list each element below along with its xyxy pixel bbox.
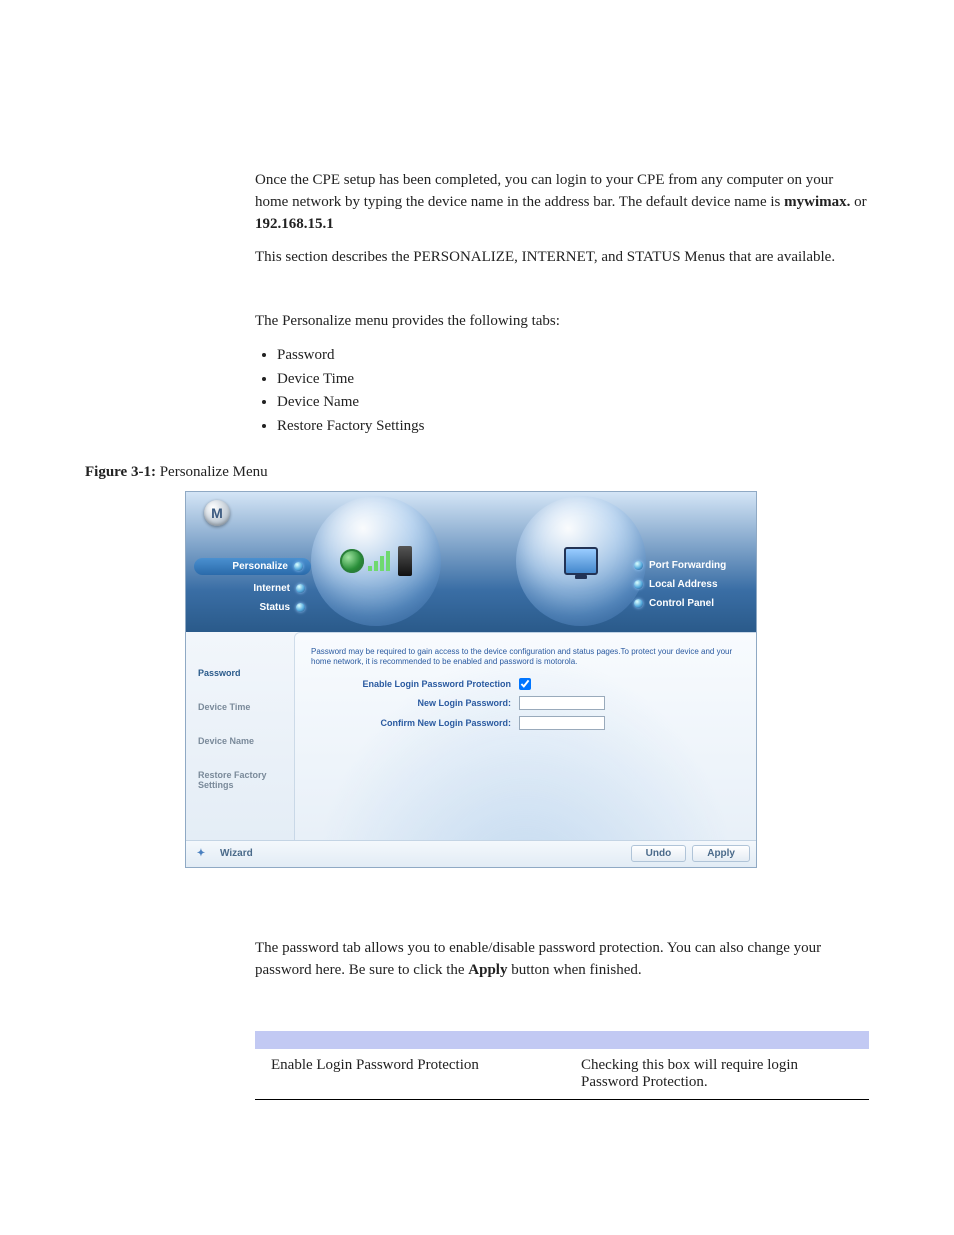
list-item: Password: [277, 345, 869, 367]
personalize-tab-list: Password Device Time Device Name Restore…: [255, 345, 869, 438]
sidebar-tab-device-name[interactable]: Device Name: [186, 730, 294, 752]
nav-label: Port Forwarding: [649, 560, 726, 571]
table-field-desc: Checking this box will require login Pas…: [581, 1057, 853, 1091]
monitor-icon: [564, 547, 598, 575]
enable-password-checkbox[interactable]: [519, 678, 531, 690]
confirm-password-label: Confirm New Login Password:: [311, 718, 519, 728]
nav-dot-icon: [634, 580, 643, 589]
undo-button[interactable]: Undo: [631, 845, 687, 862]
new-password-input[interactable]: [519, 696, 605, 710]
sidebar-tab-device-time[interactable]: Device Time: [186, 696, 294, 718]
enable-password-row: Enable Login Password Protection: [311, 678, 740, 690]
nav-local-address[interactable]: Local Address: [634, 579, 744, 590]
device-name-bold: mywimax.: [784, 194, 850, 210]
nav-left: Personalize Internet Status: [200, 552, 305, 621]
table-header-bar: [255, 1031, 869, 1049]
field-description-table: Enable Login Password Protection Checkin…: [255, 1031, 869, 1100]
screenshot-body: Password Device Time Device Name Restore…: [186, 632, 756, 840]
intro-section: Once the CPE setup has been completed, y…: [255, 170, 869, 269]
nav-right: Port Forwarding Local Address Control Pa…: [634, 552, 744, 617]
nav-dot-icon: [634, 599, 643, 608]
screenshot-content: Password may be required to gain access …: [294, 632, 756, 840]
motorola-logo-icon: M: [204, 500, 230, 526]
intro-paragraph-2: This section describes the PERSONALIZE, …: [255, 247, 869, 269]
nav-status[interactable]: Status: [200, 602, 305, 613]
apply-button[interactable]: Apply: [692, 845, 750, 862]
nav-internet[interactable]: Internet: [200, 583, 305, 594]
nav-dot-icon: [634, 561, 643, 570]
personalize-list-section: The Personalize menu provides the follow…: [255, 311, 869, 438]
list-item: Device Name: [277, 392, 869, 414]
nav-dot-icon: [296, 584, 305, 593]
figure-text: Personalize Menu: [156, 464, 268, 480]
table-row: Enable Login Password Protection Checkin…: [255, 1049, 869, 1100]
intro-text-a: Once the CPE setup has been completed, y…: [255, 172, 833, 210]
screenshot-header: M Personalize Internet Status Port Forw: [186, 492, 756, 632]
router-icon: [398, 546, 412, 576]
device-ip-bold: 192.168.15.1: [255, 216, 334, 232]
new-password-row: New Login Password:: [311, 696, 740, 710]
nav-label: Status: [259, 602, 290, 613]
globe-icon: [340, 549, 364, 573]
table-field-name: Enable Login Password Protection: [271, 1057, 581, 1091]
personalize-intro: The Personalize menu provides the follow…: [255, 311, 869, 333]
confirm-password-row: Confirm New Login Password:: [311, 716, 740, 730]
nav-label: Personalize: [232, 561, 288, 572]
intro-text-b: or: [850, 194, 866, 210]
password-para-apply-bold: Apply: [468, 962, 507, 978]
list-item: Device Time: [277, 369, 869, 391]
nav-label: Local Address: [649, 579, 718, 590]
screenshot-sidebar: Password Device Time Device Name Restore…: [186, 632, 294, 840]
password-note: Password may be required to gain access …: [311, 647, 740, 668]
wizard-icon: ✦: [194, 847, 208, 861]
header-bubble-computer: [516, 496, 646, 626]
nav-label: Internet: [253, 583, 290, 594]
nav-control-panel[interactable]: Control Panel: [634, 598, 744, 609]
screenshot-footer: ✦ Wizard Undo Apply: [186, 840, 756, 867]
confirm-password-input[interactable]: [519, 716, 605, 730]
wizard-link[interactable]: Wizard: [216, 848, 631, 859]
sidebar-tab-password[interactable]: Password: [186, 662, 294, 684]
enable-password-label: Enable Login Password Protection: [311, 679, 519, 689]
password-para-b: button when finished.: [507, 962, 641, 978]
sidebar-tab-restore[interactable]: Restore Factory Settings: [186, 764, 294, 796]
nav-port-forwarding[interactable]: Port Forwarding: [634, 560, 744, 571]
figure-label: Figure 3-1:: [85, 464, 156, 480]
nav-personalize[interactable]: Personalize: [194, 558, 311, 575]
figure-caption: Figure 3-1: Personalize Menu: [85, 464, 869, 481]
nav-label: Control Panel: [649, 598, 714, 609]
signal-icon: [368, 551, 394, 571]
password-tab-description: The password tab allows you to enable/di…: [255, 938, 869, 982]
nav-dot-icon: [296, 603, 305, 612]
new-password-label: New Login Password:: [311, 698, 519, 708]
header-bubble-internet: [311, 496, 441, 626]
logo-letter: M: [211, 505, 223, 521]
personalize-menu-screenshot: M Personalize Internet Status Port Forw: [185, 491, 757, 868]
list-item: Restore Factory Settings: [277, 416, 869, 438]
intro-paragraph-1: Once the CPE setup has been completed, y…: [255, 170, 869, 235]
nav-dot-icon: [294, 562, 303, 571]
